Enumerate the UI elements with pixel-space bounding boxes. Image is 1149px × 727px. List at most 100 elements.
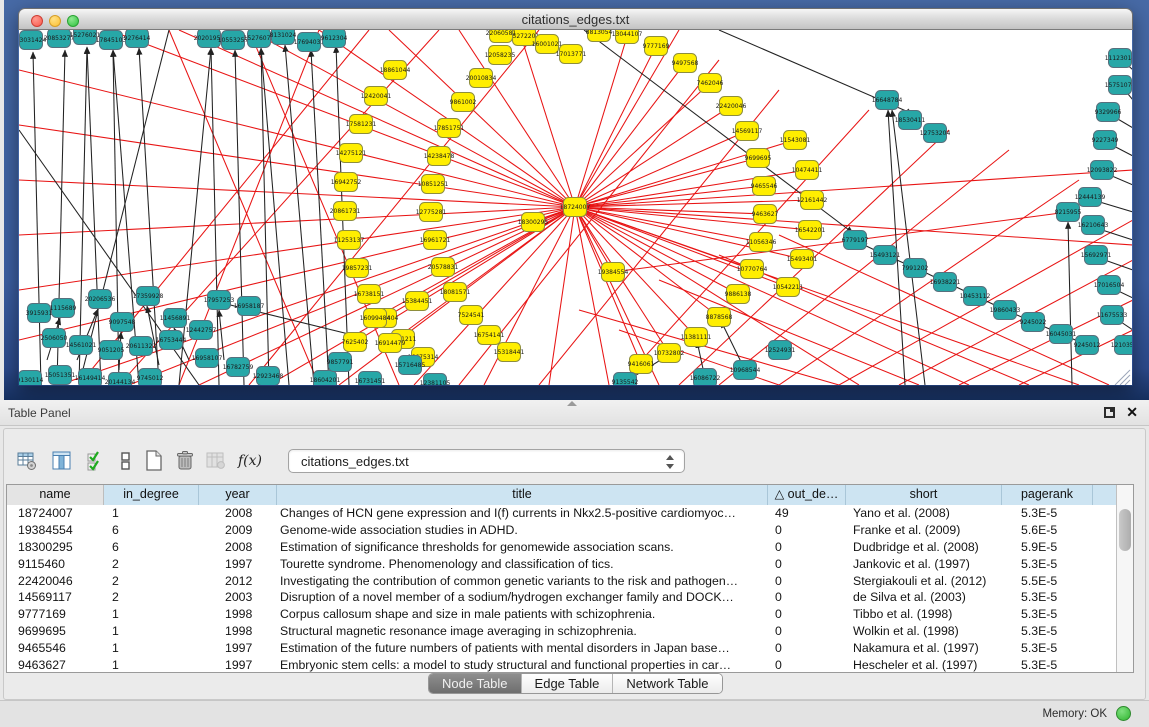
network-node[interactable]: 16648784 [872, 91, 903, 110]
network-node[interactable]: 20611321 [126, 337, 157, 356]
column-header-year[interactable]: year [199, 485, 277, 505]
network-node[interactable]: 10770764 [737, 260, 768, 279]
network-node[interactable]: 22420046 [716, 97, 747, 116]
table-selector[interactable]: citations_edges.txt [288, 449, 685, 473]
network-node[interactable]: 9777169 [643, 37, 670, 56]
column-header-short[interactable]: short [846, 485, 1002, 505]
network-node[interactable]: 8131024 [270, 30, 297, 45]
network-node[interactable]: 17845103 [96, 31, 127, 50]
network-node[interactable]: 17957253 [204, 291, 235, 310]
network-node[interactable]: 9857791 [327, 353, 354, 372]
network-node[interactable]: 9227349 [1092, 131, 1119, 150]
network-node[interactable]: 2506050 [41, 329, 68, 348]
network-node[interactable]: 9699695 [745, 149, 772, 168]
table-vertical-scrollbar[interactable] [1116, 485, 1133, 672]
column-header-in_degree[interactable]: in_degree [104, 485, 199, 505]
network-node[interactable]: 19384554 [598, 263, 629, 282]
network-node[interactable]: 16099484 [360, 309, 391, 328]
network-node[interactable]: 9245022 [1020, 313, 1047, 332]
network-node[interactable]: 9745012 [137, 369, 164, 386]
network-node[interactable]: 20578831 [428, 258, 459, 277]
network-node[interactable]: 12058235 [485, 46, 516, 65]
network-node[interactable]: 8215955 [1055, 203, 1082, 222]
network-node[interactable]: 16086722 [690, 369, 721, 386]
network-node[interactable]: 17013771 [556, 45, 587, 64]
function-builder-button[interactable]: f(x) [238, 448, 262, 474]
network-node[interactable]: 7991202 [902, 259, 929, 278]
network-node[interactable]: 16753444 [156, 331, 187, 350]
network-node[interactable]: 17851751 [434, 119, 465, 138]
network-node[interactable]: 9245012 [1074, 336, 1101, 355]
network-node[interactable]: 12775281 [416, 203, 447, 222]
network-node[interactable]: 11123014 [1105, 49, 1132, 68]
row-toggle-button[interactable] [114, 448, 138, 474]
network-node[interactable]: 9465546 [751, 177, 778, 196]
network-node[interactable]: 22060581 [486, 30, 517, 43]
table-row[interactable]: 946362711997Embryonic stem cells: a mode… [7, 657, 1133, 673]
network-node[interactable]: 10851251 [418, 175, 449, 194]
close-panel-icon[interactable]: ✕ [1126, 404, 1138, 420]
network-node[interactable]: 9497568 [672, 54, 699, 73]
network-node[interactable]: 14275121 [336, 144, 367, 163]
network-canvas[interactable]: 1872400718300295193845541205823520010834… [19, 30, 1132, 385]
table-row[interactable]: 2242004622012Investigating the contribut… [7, 573, 1133, 590]
select-rows-button[interactable] [84, 448, 108, 474]
network-node[interactable]: 19860433 [990, 301, 1021, 320]
network-node[interactable]: 15751074 [1105, 76, 1132, 95]
memory-status-dot[interactable] [1116, 706, 1131, 721]
table-row[interactable]: 969969511998Structural magnetic resonanc… [7, 623, 1133, 640]
network-node[interactable]: 16045031 [1046, 325, 1077, 344]
network-node[interactable]: 20010834 [466, 69, 497, 88]
network-node[interactable]: 17359928 [133, 287, 164, 306]
network-node[interactable]: 18530411 [895, 111, 926, 130]
network-node[interactable]: 17581231 [346, 115, 377, 134]
network-node[interactable]: 20144134 [105, 373, 136, 386]
new-column-button[interactable] [142, 448, 166, 474]
network-node[interactable]: 16782759 [223, 358, 254, 377]
network-node[interactable]: 9051205 [98, 341, 125, 360]
network-node[interactable]: 11253137 [334, 231, 365, 250]
network-node[interactable]: 11456891 [160, 309, 191, 328]
network-node[interactable]: 16149414 [75, 369, 106, 386]
network-node[interactable]: 16754141 [474, 326, 505, 345]
network-node[interactable]: 14569117 [732, 122, 763, 141]
network-node[interactable]: 20206536 [85, 290, 116, 309]
network-node[interactable]: 16958187 [234, 297, 265, 316]
network-node[interactable]: 18604201 [310, 371, 341, 386]
network-node[interactable]: 12161442 [797, 191, 828, 210]
show-columns-button[interactable] [50, 448, 74, 474]
network-node[interactable]: 16914479 [375, 334, 406, 353]
table-row[interactable]: 1830029562008Estimation of significance … [7, 539, 1133, 556]
network-node[interactable]: 9612304 [321, 30, 348, 48]
network-node[interactable]: 12524931 [765, 341, 796, 360]
network-node[interactable]: 10968544 [730, 361, 761, 380]
column-header-pagerank[interactable]: pagerank [1002, 485, 1093, 505]
network-window-titlebar[interactable]: citations_edges.txt [18, 8, 1133, 30]
table-row[interactable]: 1872400712008Changes of HCN gene express… [7, 505, 1133, 522]
network-node[interactable]: 16961721 [420, 231, 451, 250]
network-node[interactable]: 12093822 [1087, 161, 1118, 180]
network-node[interactable]: 16942752 [331, 173, 362, 192]
network-node[interactable]: 12381105 [420, 374, 451, 386]
network-node[interactable]: 10542211 [773, 278, 804, 297]
network-node[interactable]: 14238478 [424, 147, 455, 166]
network-node[interactable]: 15692971 [1081, 246, 1112, 265]
network-node[interactable]: 9276414 [124, 30, 151, 48]
network-node[interactable]: 8878568 [706, 308, 733, 327]
column-header-title[interactable]: title [277, 485, 768, 505]
scrollbar-thumb[interactable] [1119, 509, 1131, 551]
delete-column-button[interactable] [173, 448, 197, 474]
network-node[interactable]: 1115689 [50, 299, 77, 318]
network-node[interactable]: 15493121 [870, 246, 901, 265]
network-node[interactable]: 16958107 [192, 349, 223, 368]
network-node[interactable]: 10474411 [792, 161, 823, 180]
network-node[interactable]: 16542201 [795, 221, 826, 240]
network-node[interactable]: 9463627 [752, 205, 779, 224]
table-row[interactable]: 1938455462009Genome-wide association stu… [7, 522, 1133, 539]
network-node[interactable]: 16738151 [354, 285, 385, 304]
tab-node-table[interactable]: Node Table [429, 674, 522, 693]
tab-network-table[interactable]: Network Table [613, 674, 721, 693]
network-node[interactable]: 15716485 [395, 356, 426, 375]
network-node[interactable]: 16210643 [1078, 216, 1109, 235]
network-node[interactable]: 9329966 [1095, 103, 1122, 122]
